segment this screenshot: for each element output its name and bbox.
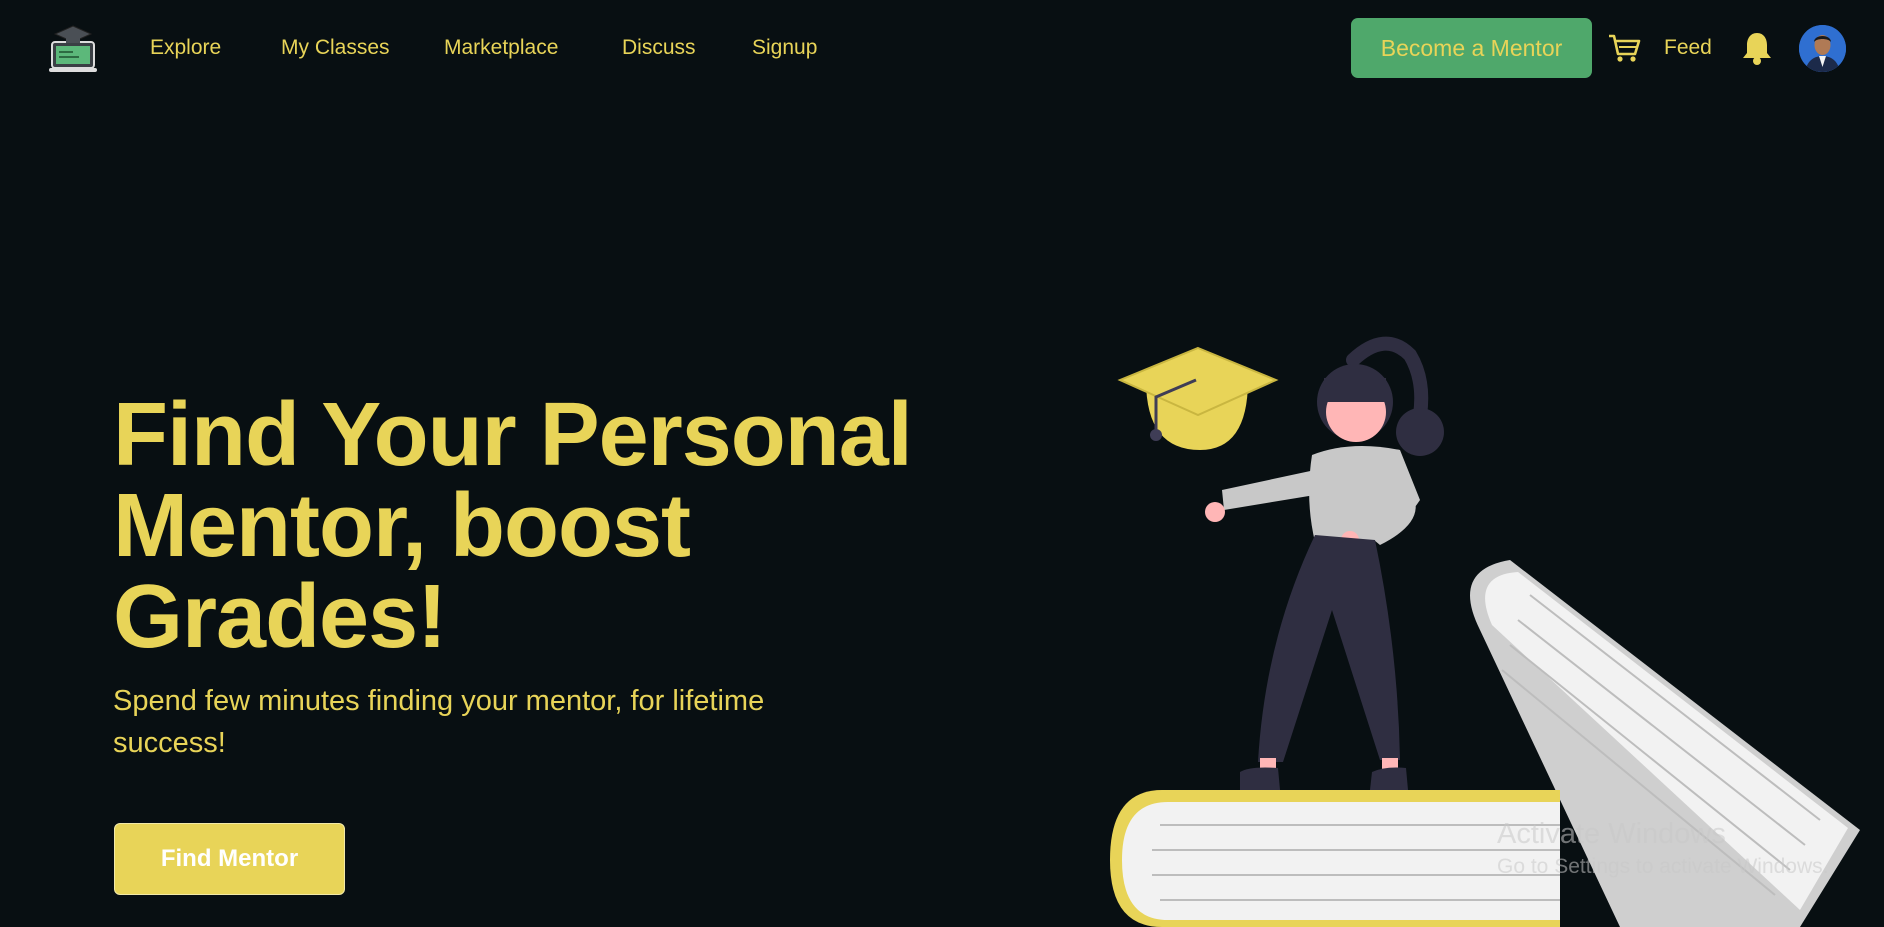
- activate-windows-watermark: Activate Windows Go to Settings to activ…: [1497, 816, 1829, 882]
- nav-link-explore[interactable]: Explore: [150, 36, 221, 60]
- watermark-subtitle: Go to Settings to activate Windows.: [1497, 855, 1829, 878]
- become-mentor-button[interactable]: Become a Mentor: [1351, 18, 1592, 78]
- nav-link-marketplace[interactable]: Marketplace: [444, 36, 558, 60]
- nav-link-my-classes[interactable]: My Classes: [281, 36, 390, 60]
- hero-subtitle: Spend few minutes finding your mentor, f…: [113, 685, 765, 759]
- watermark-title: Activate Windows: [1497, 818, 1726, 850]
- cart-icon[interactable]: [1607, 32, 1641, 64]
- graduation-cap: [1117, 346, 1279, 450]
- hero-title: Find Your Personal Mentor, boost Grades!: [113, 385, 913, 667]
- feed-link[interactable]: Feed: [1664, 36, 1712, 60]
- top-navbar: Explore My Classes Marketplace Discuss S…: [0, 0, 1884, 100]
- graduation-laptop-logo[interactable]: [47, 24, 99, 74]
- find-mentor-button[interactable]: Find Mentor: [114, 823, 345, 895]
- bell-icon[interactable]: [1741, 30, 1773, 66]
- bottom-book: [1110, 790, 1560, 927]
- nav-link-signup[interactable]: Signup: [752, 36, 817, 60]
- nav-link-discuss[interactable]: Discuss: [622, 36, 696, 60]
- user-avatar[interactable]: [1799, 25, 1846, 72]
